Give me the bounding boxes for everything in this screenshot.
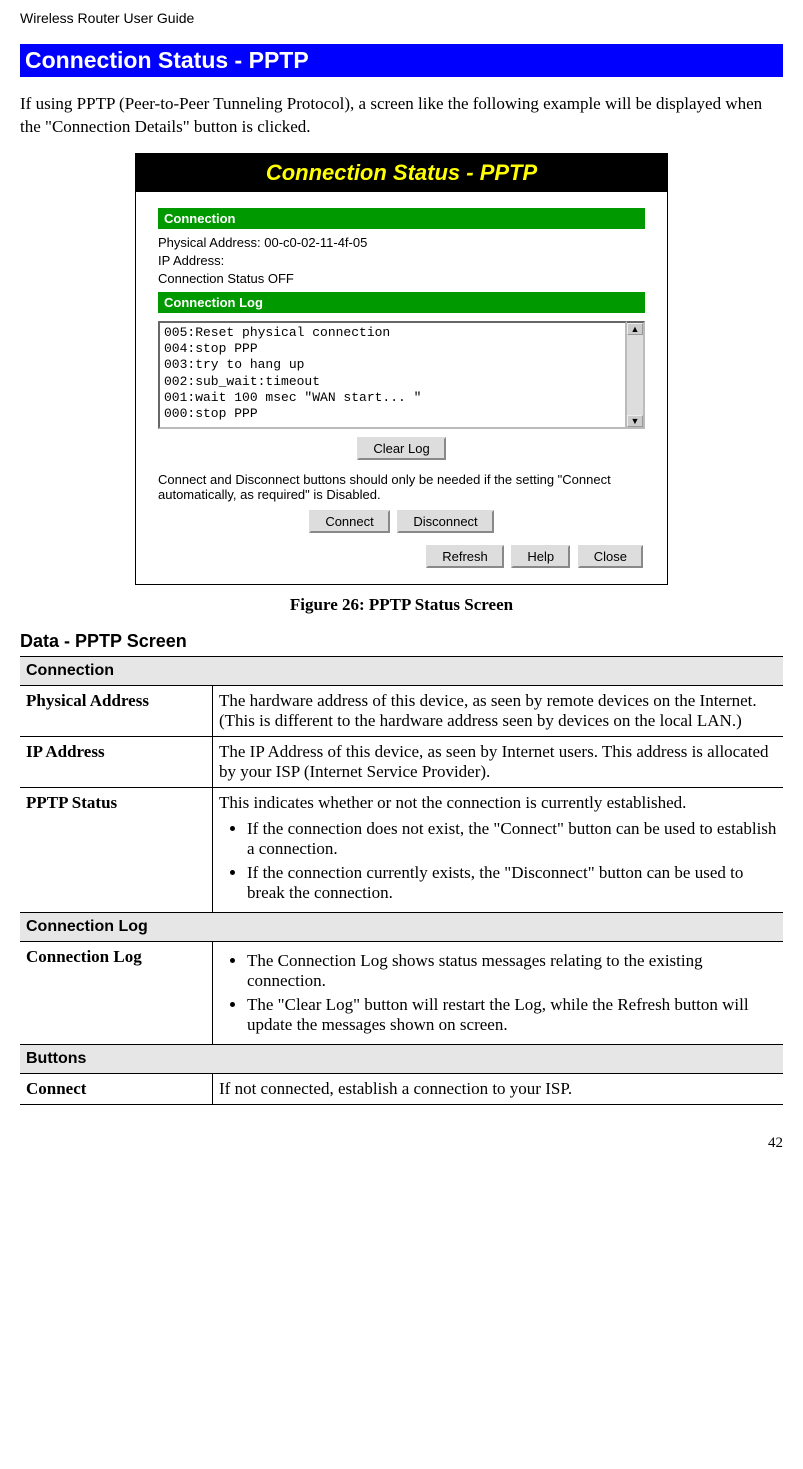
row-desc-ip-address: The IP Address of this device, as seen b…: [213, 736, 784, 787]
figure-caption: Figure 26: PPTP Status Screen: [20, 595, 783, 615]
physical-address-value: 00-c0-02-11-4f-05: [264, 235, 367, 250]
log-line: 000:stop PPP: [164, 406, 621, 422]
connection-log-textarea[interactable]: 005:Reset physical connection 004:stop P…: [158, 321, 627, 429]
data-section-heading: Data - PPTP Screen: [20, 631, 783, 652]
data-table: Connection Physical Address The hardware…: [20, 656, 783, 1105]
list-item: The Connection Log shows status messages…: [247, 951, 777, 991]
log-area: 005:Reset physical connection 004:stop P…: [158, 321, 645, 429]
row-desc-pptp-status: This indicates whether or not the connec…: [213, 787, 784, 912]
log-line: 001:wait 100 msec "WAN start... ": [164, 390, 621, 406]
connection-status-value: OFF: [268, 271, 294, 286]
help-button[interactable]: Help: [511, 545, 570, 568]
table-row: PPTP Status This indicates whether or no…: [20, 787, 783, 912]
row-desc-connect: If not connected, establish a connection…: [213, 1073, 784, 1104]
pptp-status-bullets: If the connection does not exist, the "C…: [219, 819, 777, 903]
ip-address-row: IP Address:: [158, 253, 645, 268]
log-line: 003:try to hang up: [164, 357, 621, 373]
table-row: IP Address The IP Address of this device…: [20, 736, 783, 787]
row-label-connection-log: Connection Log: [20, 941, 213, 1044]
row-label-pptp-status: PPTP Status: [20, 787, 213, 912]
row-label-ip-address: IP Address: [20, 736, 213, 787]
table-section-connection: Connection: [20, 656, 783, 685]
row-desc-physical-address: The hardware address of this device, as …: [213, 685, 784, 736]
screenshot-body: Connection Physical Address: 00-c0-02-11…: [136, 192, 667, 584]
table-section-connection-log: Connection Log: [20, 912, 783, 941]
connect-button[interactable]: Connect: [309, 510, 389, 533]
screenshot-window: Connection Status - PPTP Connection Phys…: [135, 153, 668, 585]
list-item: If the connection currently exists, the …: [247, 863, 777, 903]
connect-disconnect-row: Connect Disconnect: [158, 508, 645, 535]
pptp-status-intro: This indicates whether or not the connec…: [219, 793, 686, 812]
list-item: The "Clear Log" button will restart the …: [247, 995, 777, 1035]
section-header-connection-log: Connection Log: [158, 292, 645, 313]
log-line: 005:Reset physical connection: [164, 325, 621, 341]
physical-address-row: Physical Address: 00-c0-02-11-4f-05: [158, 235, 645, 250]
connection-log-bullets: The Connection Log shows status messages…: [219, 951, 777, 1035]
list-item: If the connection does not exist, the "C…: [247, 819, 777, 859]
clear-log-button[interactable]: Clear Log: [357, 437, 445, 460]
page-title: Connection Status - PPTP: [20, 44, 783, 77]
running-header: Wireless Router User Guide: [20, 10, 783, 26]
physical-address-label: Physical Address:: [158, 235, 261, 250]
table-row: Physical Address The hardware address of…: [20, 685, 783, 736]
close-button[interactable]: Close: [578, 545, 643, 568]
screenshot-title-text: Connection Status - PPTP: [266, 160, 537, 185]
connection-status-row: Connection Status OFF: [158, 271, 645, 286]
ip-address-label: IP Address:: [158, 253, 224, 268]
connect-note: Connect and Disconnect buttons should on…: [158, 472, 645, 502]
table-row: Connection Log The Connection Log shows …: [20, 941, 783, 1044]
log-line: 004:stop PPP: [164, 341, 621, 357]
table-row: Connect If not connected, establish a co…: [20, 1073, 783, 1104]
page: Wireless Router User Guide Connection St…: [0, 10, 803, 1172]
section-header-connection: Connection: [158, 208, 645, 229]
bottom-button-row: Refresh Help Close: [158, 543, 645, 570]
log-line: 002:sub_wait:timeout: [164, 374, 621, 390]
screenshot-figure: Connection Status - PPTP Connection Phys…: [20, 153, 783, 585]
refresh-button[interactable]: Refresh: [426, 545, 504, 568]
row-label-connect: Connect: [20, 1073, 213, 1104]
disconnect-button[interactable]: Disconnect: [397, 510, 493, 533]
connection-status-label: Connection Status: [158, 271, 264, 286]
page-number: 42: [20, 1135, 783, 1152]
row-label-physical-address: Physical Address: [20, 685, 213, 736]
scrollbar[interactable]: [627, 321, 645, 429]
row-desc-connection-log: The Connection Log shows status messages…: [213, 941, 784, 1044]
clear-log-row: Clear Log: [158, 435, 645, 462]
screenshot-titlebar: Connection Status - PPTP: [136, 154, 667, 192]
intro-paragraph: If using PPTP (Peer-to-Peer Tunneling Pr…: [20, 93, 783, 139]
table-section-buttons: Buttons: [20, 1044, 783, 1073]
